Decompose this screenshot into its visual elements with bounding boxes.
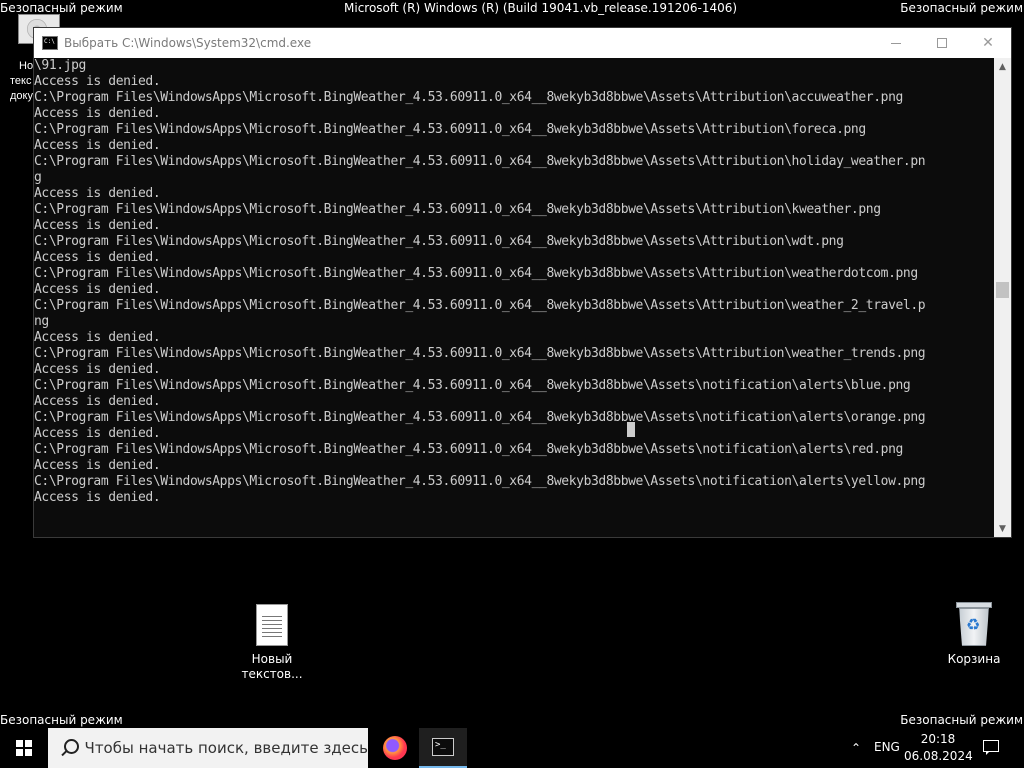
cmd-window[interactable]: Выбрать C:\Windows\System32\cmd.exe ✕ \9… xyxy=(33,27,1012,538)
close-button[interactable]: ✕ xyxy=(965,28,1011,58)
cmd-window-title: Выбрать C:\Windows\System32\cmd.exe xyxy=(64,36,312,50)
console-line: C:\Program Files\WindowsApps\Microsoft.B… xyxy=(34,474,926,489)
window-controls: ✕ xyxy=(873,28,1011,58)
console-line: C:\Program Files\WindowsApps\Microsoft.B… xyxy=(34,234,844,249)
search-icon xyxy=(60,738,79,758)
safe-mode-label-bottom-right: Безопасный режим xyxy=(900,713,1023,727)
maximize-button[interactable] xyxy=(919,28,965,58)
chevron-up-icon: ⌃ xyxy=(850,741,862,755)
console-line: C:\Program Files\WindowsApps\Microsoft.B… xyxy=(34,266,918,281)
console-output[interactable]: \91.jpg Access is denied. C:\Program Files… xyxy=(34,58,995,537)
taskbar-app-cmd[interactable] xyxy=(419,728,467,768)
desktop-icon-partial-label-3: доку xyxy=(10,90,33,102)
text-document-icon xyxy=(256,604,288,646)
taskbar: Чтобы начать поиск, введите здесь ⌃ ENG … xyxy=(0,728,1024,768)
search-placeholder: Чтобы начать поиск, введите здесь xyxy=(84,739,368,757)
scroll-thumb[interactable] xyxy=(996,282,1009,298)
desktop-icon-label: Новый текстов... xyxy=(241,652,302,682)
console-line: C:\Program Files\WindowsApps\Microsoft.B… xyxy=(34,346,926,361)
desktop-icon-label-line1: Новый xyxy=(251,652,293,666)
console-line: Access is denied. xyxy=(34,394,161,409)
windows-build-label: Microsoft (R) Windows (R) (Build 19041.v… xyxy=(344,1,738,15)
desktop-icon-partial-label-1: Но xyxy=(19,60,34,72)
clock-time: 20:18 xyxy=(920,732,956,746)
scroll-down-icon[interactable]: ▼ xyxy=(994,520,1011,537)
console-line: C:\Program Files\WindowsApps\Microsoft.B… xyxy=(34,410,926,425)
console-line: C:\Program Files\WindowsApps\Microsoft.B… xyxy=(34,90,903,105)
windows-logo-icon xyxy=(16,740,32,756)
console-line: C:\Program Files\WindowsApps\Microsoft.B… xyxy=(34,442,903,457)
firefox-icon xyxy=(383,736,407,760)
desktop-icon-label: Корзина xyxy=(947,652,1001,666)
console-lines: \91.jpg Access is denied. C:\Program Files… xyxy=(34,58,995,506)
console-line: Access is denied. xyxy=(34,458,161,473)
desktop-icon-recycle-bin[interactable]: ♻ Корзина xyxy=(939,602,1009,667)
cmd-icon xyxy=(432,738,454,756)
console-line: Access is denied. xyxy=(34,490,161,505)
console-line: C:\Program Files\WindowsApps\Microsoft.B… xyxy=(34,154,926,169)
console-line: Access is denied. xyxy=(34,362,161,377)
language-indicator[interactable]: ENG xyxy=(874,740,900,754)
console-line: Access is denied. xyxy=(34,426,161,441)
minimize-button[interactable] xyxy=(873,28,919,58)
cmd-titlebar[interactable]: Выбрать C:\Windows\System32\cmd.exe ✕ xyxy=(34,28,1011,58)
action-center-button[interactable] xyxy=(980,738,1002,758)
minimize-icon xyxy=(891,42,901,44)
console-line: C:\Program Files\WindowsApps\Microsoft.B… xyxy=(34,122,866,137)
start-button[interactable] xyxy=(0,728,48,768)
tray-clock[interactable]: 20:18 06.08.2024 xyxy=(904,731,973,765)
console-line: Access is denied. xyxy=(34,282,161,297)
console-line: \91.jpg xyxy=(34,58,86,73)
desktop-icon-partial-label-2: текс xyxy=(10,75,32,87)
show-hidden-icons-button[interactable]: ⌃ xyxy=(846,738,866,758)
console-line: Access is denied. xyxy=(34,218,161,233)
taskbar-app-firefox[interactable] xyxy=(371,728,419,768)
console-line: Access is denied. xyxy=(34,186,161,201)
console-line: Access is denied. xyxy=(34,250,161,265)
maximize-icon xyxy=(937,38,947,48)
console-line: Access is denied. xyxy=(34,106,161,121)
safe-mode-label-bottom-left: Безопасный режим xyxy=(0,713,123,727)
close-icon: ✕ xyxy=(982,35,994,51)
scroll-up-icon[interactable]: ▲ xyxy=(994,58,1011,75)
clock-date: 06.08.2024 xyxy=(904,749,973,763)
console-line: Access is denied. xyxy=(34,330,161,345)
console-scrollbar[interactable]: ▲ ▼ xyxy=(994,58,1011,537)
cmd-app-icon[interactable] xyxy=(42,36,58,50)
recycle-bin-icon: ♻ xyxy=(956,602,992,646)
console-line: C:\Program Files\WindowsApps\Microsoft.B… xyxy=(34,298,926,313)
console-line: C:\Program Files\WindowsApps\Microsoft.B… xyxy=(34,202,881,217)
console-line: ng xyxy=(34,314,49,329)
desktop-icon-new-text-document[interactable]: Новый текстов... xyxy=(237,604,307,682)
desktop-icon-label-line2: текстов... xyxy=(241,667,303,681)
safe-mode-label-top-right: Безопасный режим xyxy=(900,1,1023,15)
console-line: Access is denied. xyxy=(34,74,161,89)
taskbar-search-box[interactable]: Чтобы начать поиск, введите здесь xyxy=(48,728,368,768)
safe-mode-label-top-left: Безопасный режим xyxy=(0,1,123,15)
console-line: Access is denied. xyxy=(34,138,161,153)
console-line: C:\Program Files\WindowsApps\Microsoft.B… xyxy=(34,378,911,393)
console-line: g xyxy=(34,170,42,185)
text-cursor xyxy=(627,422,635,437)
